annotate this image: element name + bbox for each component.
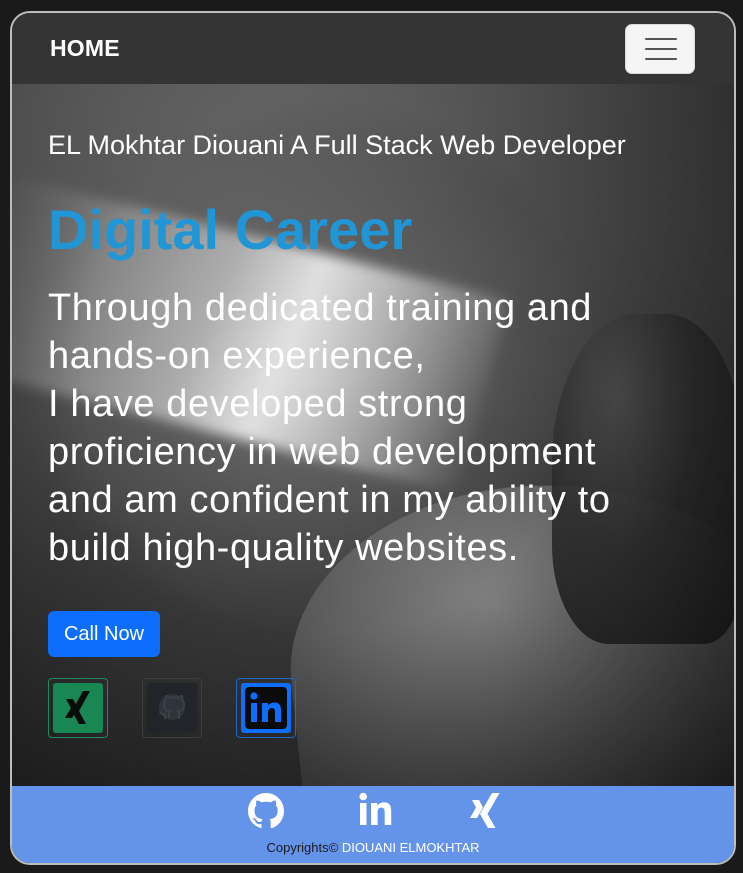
footer-github-link[interactable] bbox=[246, 791, 286, 836]
description-line: build high-quality websites. bbox=[48, 527, 519, 569]
copyright-prefix: Copyrights© bbox=[266, 840, 339, 855]
copyright-owner: DIOUANI ELMOKHTAR bbox=[341, 840, 480, 855]
description-line: proficiency in web development bbox=[48, 431, 597, 473]
github-social-button[interactable] bbox=[142, 678, 202, 738]
copyright-text: Copyrights© DIOUANI ELMOKHTAR bbox=[12, 840, 734, 855]
description-line: and am confident in my ability to bbox=[48, 479, 611, 521]
xing-icon bbox=[470, 793, 500, 828]
hero-headline: Digital Career bbox=[48, 198, 413, 261]
hero-subtitle: EL Mokhtar Diouani A Full Stack Web Deve… bbox=[48, 130, 626, 160]
footer: Copyrights© DIOUANI ELMOKHTAR bbox=[12, 786, 734, 863]
navbar: HOME bbox=[12, 13, 734, 84]
description-line: Through dedicated training and bbox=[48, 287, 593, 329]
hamburger-menu-icon bbox=[645, 38, 677, 40]
github-icon bbox=[147, 683, 197, 733]
hamburger-menu-icon-bar bbox=[645, 58, 677, 60]
home-link[interactable]: HOME bbox=[50, 35, 120, 62]
footer-xing-link[interactable] bbox=[466, 791, 506, 836]
hero-section: EL Mokhtar Diouani A Full Stack Web Deve… bbox=[12, 84, 734, 786]
linkedin-social-button[interactable] bbox=[236, 678, 296, 738]
app-window: HOME EL Mokhtar Diouani A Full Stack Web… bbox=[10, 11, 736, 865]
github-icon bbox=[248, 793, 284, 829]
description-line: I have developed strong bbox=[48, 383, 468, 425]
xing-social-button[interactable] bbox=[48, 678, 108, 738]
xing-icon bbox=[53, 683, 103, 733]
linkedin-icon bbox=[359, 792, 392, 825]
menu-toggle-button[interactable] bbox=[625, 24, 695, 74]
hamburger-menu-icon-bar bbox=[645, 48, 677, 50]
footer-linkedin-link[interactable] bbox=[357, 791, 397, 836]
linkedin-icon bbox=[241, 683, 291, 733]
description-line: hands-on experience, bbox=[48, 335, 426, 377]
call-now-button[interactable]: Call Now bbox=[48, 611, 160, 657]
hero-description: Through dedicated training and hands-on … bbox=[48, 284, 688, 572]
